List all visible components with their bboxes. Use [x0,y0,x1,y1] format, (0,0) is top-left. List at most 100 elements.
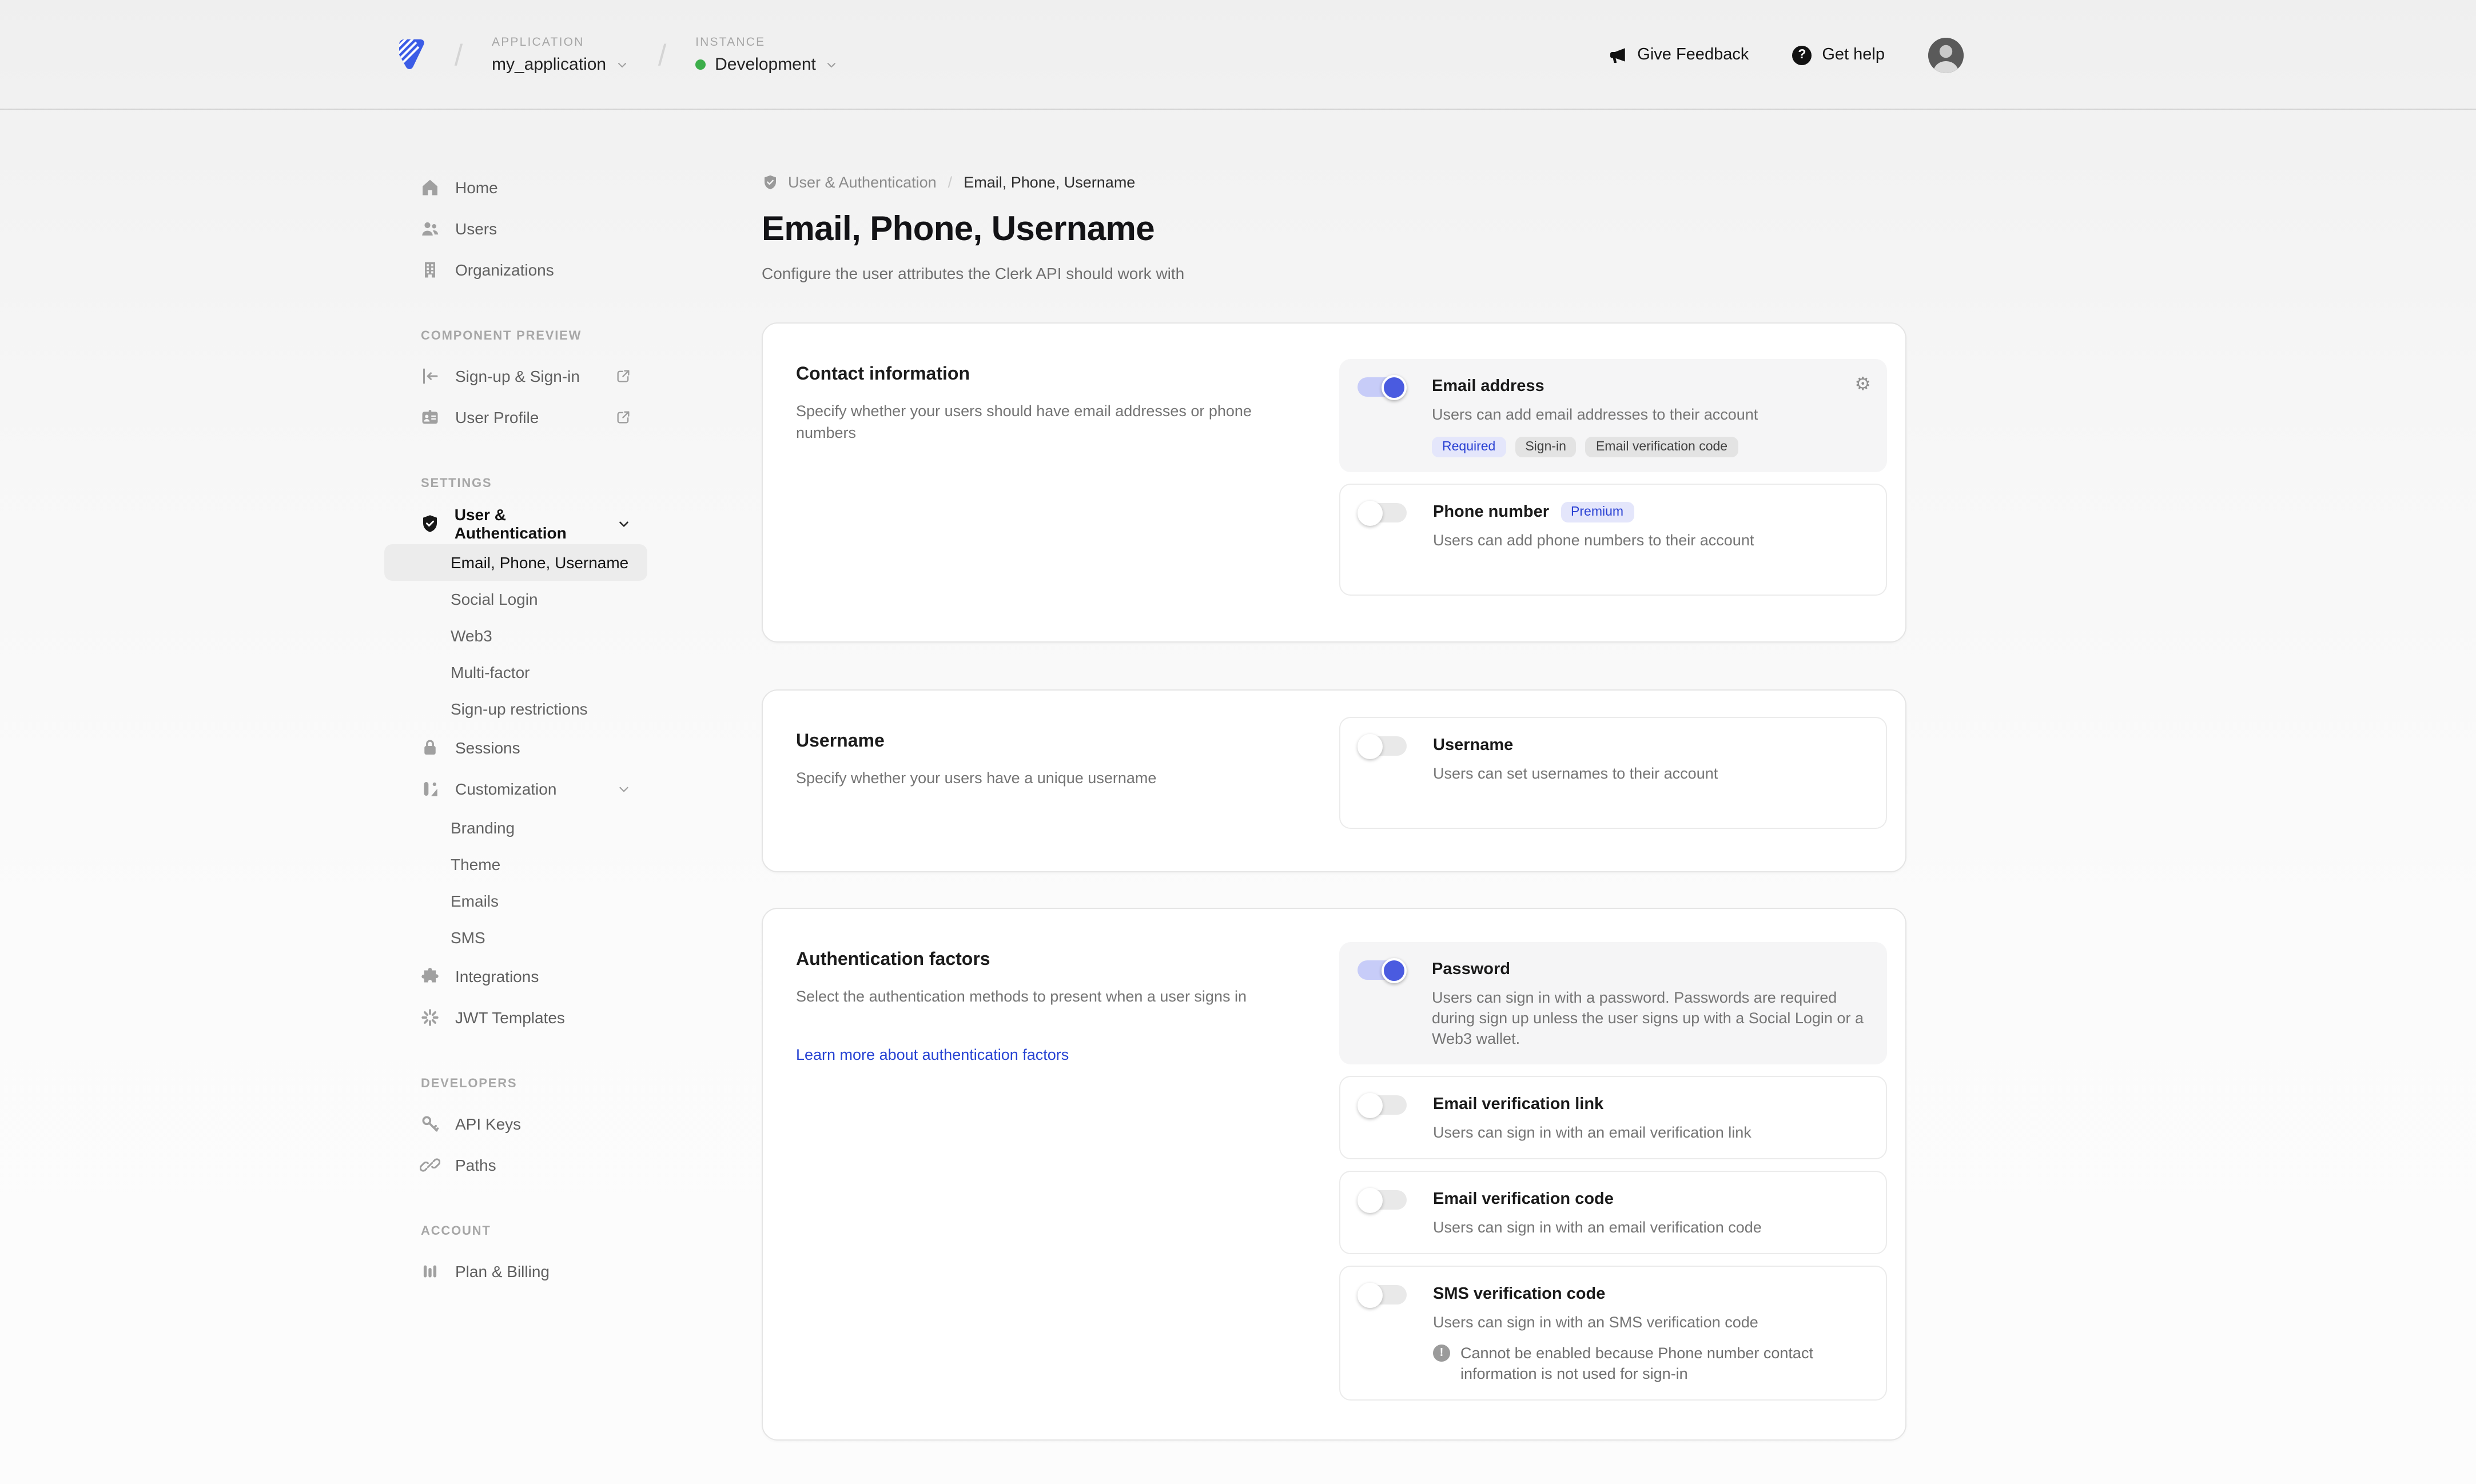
sidebar-item-label: Theme [451,855,500,873]
sidebar-item-web3[interactable]: Web3 [384,617,647,654]
setting-title: SMS verification code [1433,1282,1868,1307]
sidebar-item-label: Emails [451,892,499,910]
sidebar-item-user-profile[interactable]: User Profile [384,397,647,438]
lock-icon [419,736,441,759]
setting-description: Users can sign in with an email verifica… [1433,1218,1868,1238]
setting-title: Email address [1432,374,1869,399]
setting-description: Users can sign in with an SMS verificati… [1433,1313,1868,1333]
burst-icon [419,1006,441,1029]
premium-badge: Premium [1561,502,1634,522]
sidebar-item-sessions[interactable]: Sessions [384,727,647,768]
sidebar-item-users[interactable]: Users [384,208,647,249]
sidebar-item-theme[interactable]: Theme [384,846,647,883]
page-title: Email, Phone, Username [762,210,1906,249]
sidebar-item-label: Email, Phone, Username [451,553,628,572]
sidebar-item-emails[interactable]: Emails [384,883,647,919]
chevron-down-icon [616,781,631,796]
user-avatar[interactable] [1928,37,1964,73]
sidebar-item-label: Social Login [451,590,538,608]
clerk-logo[interactable] [391,34,432,75]
sidebar-item-sms[interactable]: SMS [384,919,647,956]
id-card-icon [419,406,441,429]
card-description: Select the authentication methods to pre… [796,986,1276,1007]
sidebar-section-label-developers: DEVELOPERS [384,1072,647,1095]
external-link-icon [615,409,631,425]
sms-verification-code-toggle[interactable] [1359,1285,1407,1305]
learn-more-link[interactable]: Learn more about authentication factors [796,1046,1069,1063]
header-separator [441,37,476,73]
sidebar-item-jwt-templates[interactable]: JWT Templates [384,997,647,1038]
sidebar-item-multi-factor[interactable]: Multi-factor [384,654,647,691]
sign-in-icon [419,365,441,388]
sidebar-item-label: Sign-up restrictions [451,700,588,718]
header-separator [645,37,679,73]
sidebar-item-integrations[interactable]: Integrations [384,956,647,997]
users-icon [419,217,441,240]
password-toggle[interactable] [1358,960,1406,980]
setting-description: Users can add email addresses to their a… [1432,405,1869,425]
sidebar-item-user-authentication[interactable]: User & Authentication [384,503,647,544]
breadcrumb: User & Authentication Email, Phone, User… [762,174,1906,191]
email-verification-code-toggle[interactable] [1359,1190,1407,1210]
clerk-dashboard: APPLICATION my_application INSTANCE Deve… [0,0,2476,1484]
badge-email-verification-code: Email verification code [1586,437,1738,457]
setting-title: Email verification link [1433,1092,1868,1117]
sidebar-item-label: Sign-up & Sign-in [455,367,580,385]
external-link-icon [615,368,631,384]
sidebar-item-label: Users [455,220,497,238]
gear-icon[interactable] [1854,375,1871,393]
shield-check-icon [419,512,441,535]
sidebar-section-label-account: ACCOUNT [384,1220,647,1243]
sidebar-item-signup-restrictions[interactable]: Sign-up restrictions [384,691,647,727]
sidebar-item-api-keys[interactable]: API Keys [384,1103,647,1144]
sidebar-item-customization[interactable]: Customization [384,768,647,809]
sidebar-item-label: JWT Templates [455,1008,565,1027]
setting-description: Users can sign in with a password. Passw… [1432,988,1869,1050]
application-switcher[interactable]: APPLICATION my_application [492,35,629,74]
sidebar-item-label: User & Authentication [455,505,616,542]
phone-number-toggle[interactable] [1359,503,1407,522]
email-verification-code-row: Email verification code Users can sign i… [1339,1171,1887,1254]
authentication-factors-card: Authentication factors Select the authen… [762,908,1906,1441]
sidebar-item-social-login[interactable]: Social Login [384,581,647,617]
customization-icon [419,777,441,800]
sidebar-item-label: Integrations [455,967,539,986]
sidebar-item-branding[interactable]: Branding [384,809,647,846]
sidebar-item-organizations[interactable]: Organizations [384,249,647,290]
sidebar-item-home[interactable]: Home [384,167,647,208]
breadcrumb-parent[interactable]: User & Authentication [762,174,937,191]
username-toggle[interactable] [1359,736,1407,756]
sidebar-item-label: Organizations [455,261,554,279]
card-description: Specify whether your users should have e… [796,400,1276,444]
page-subtitle: Configure the user attributes the Clerk … [762,264,1906,282]
badge-required: Required [1432,437,1506,457]
instance-status-dot [695,59,706,70]
email-verification-link-toggle[interactable] [1359,1095,1407,1115]
card-title: Contact information [796,365,1288,385]
breadcrumb-current: Email, Phone, Username [964,174,1135,191]
application-name: my_application [492,55,606,74]
sidebar-item-label: Branding [451,819,515,837]
sidebar-item-label: Web3 [451,627,492,645]
email-verification-link-row: Email verification link Users can sign i… [1339,1076,1887,1159]
sidebar-item-plan-billing[interactable]: Plan & Billing [384,1251,647,1292]
chevron-down-icon [616,516,631,531]
setting-badges: Required Sign-in Email verification code [1432,437,1869,457]
warning-icon [1433,1345,1450,1362]
setting-title: Phone number [1433,503,1549,521]
shield-icon [762,174,779,191]
application-label: APPLICATION [492,35,629,49]
sidebar-item-paths[interactable]: Paths [384,1144,647,1186]
sidebar-item-label: Multi-factor [451,663,530,681]
password-row: Password Users can sign in with a passwo… [1339,942,1887,1064]
sidebar-item-label: SMS [451,928,485,947]
sidebar-item-signup-signin[interactable]: Sign-up & Sign-in [384,356,647,397]
email-address-toggle[interactable] [1358,377,1406,397]
puzzle-icon [419,965,441,988]
sidebar-item-label: User Profile [455,408,539,426]
setting-title: Email verification code [1433,1187,1868,1212]
sidebar: Home Users Organizations COMPONENT PREVI… [384,167,647,1292]
sidebar-item-email-phone-username[interactable]: Email, Phone, Username [384,544,647,581]
sidebar-section-label-settings: SETTINGS [384,472,647,495]
email-address-row: Email address Users can add email addres… [1339,359,1887,472]
